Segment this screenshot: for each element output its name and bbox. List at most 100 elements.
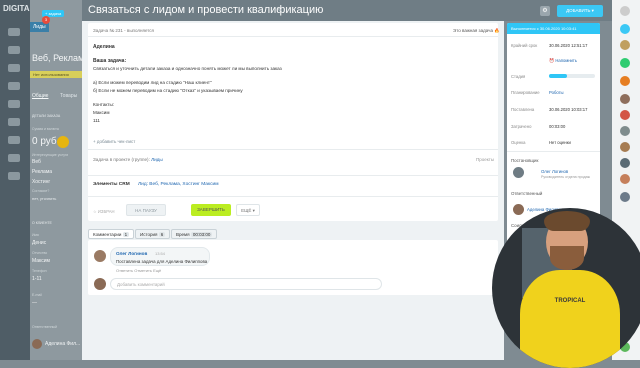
spent-label: Затрачено [511, 124, 532, 129]
avatar [94, 278, 106, 290]
deadline-value[interactable]: 30.06.2020 12:51:17 [549, 43, 587, 48]
set-value: 30.06.2020 10:03:17 [549, 107, 588, 112]
tab-history[interactable]: История 6 [135, 229, 171, 239]
tab-leads-label: Лиды [33, 24, 46, 30]
stage-progress[interactable] [549, 74, 595, 78]
consent-label: Согласие? [32, 189, 50, 193]
divider [507, 151, 600, 152]
nav-icon[interactable] [8, 64, 20, 72]
service-item: Веб [32, 159, 41, 165]
avatar[interactable] [620, 174, 630, 184]
tab-comments[interactable]: Комментарии 1 [88, 229, 135, 239]
task-text-line: б) Если не можем переводим на стадию "От… [93, 88, 243, 93]
avatar[interactable] [620, 40, 630, 50]
avatar [513, 204, 524, 215]
name-value: Денис [32, 240, 47, 246]
bell-icon: ⏰ [549, 58, 555, 63]
search-icon[interactable] [620, 24, 630, 34]
avatar[interactable] [620, 126, 630, 136]
left-navigation: DIGITA [0, 0, 30, 360]
nav-icon[interactable] [8, 154, 20, 162]
comment-input[interactable]: Добавить комментарий [110, 278, 382, 290]
amount-label: Сумма и валюта [32, 127, 59, 131]
important-flag[interactable]: Это важная задача 🔥 [453, 28, 500, 34]
phone-label: Телефон [32, 269, 47, 273]
cursor-highlight [57, 136, 69, 148]
divider [88, 36, 498, 37]
email-value: — [32, 300, 37, 306]
status-bar: Выполняется с 30.06.2020 10:03:41 [507, 23, 600, 34]
comment-author[interactable]: Олег Логинов [116, 251, 147, 256]
tab-comments-label: Комментарии [93, 232, 122, 237]
add-button-label: ДОБАВИТЬ [566, 8, 591, 13]
project-label: Задача в проекте (группе): Лиды [93, 157, 163, 162]
services-label: Интересующие услуги [32, 153, 69, 157]
avatar[interactable] [620, 76, 630, 86]
tab-history-count: 6 [158, 232, 166, 237]
crm-label: Элементы CRM [93, 182, 130, 187]
avatar[interactable] [620, 110, 630, 120]
add-checklist-link[interactable]: + добавить чек-лист [93, 139, 135, 144]
nav-icon[interactable] [8, 136, 20, 144]
brand-logo: DIGITA [3, 4, 30, 13]
tab-comments-count: 1 [122, 232, 130, 237]
task-text-line: а) Если можем переводим лид на стадию "Н… [93, 80, 212, 85]
tab-goods[interactable]: Товары [60, 93, 77, 99]
deadline-label: Крайний срок [511, 43, 538, 48]
task-title: Связаться с лидом и провести квалификаци… [88, 4, 324, 16]
task-card: Задача № 231 - выполняется Это важная за… [88, 23, 500, 221]
remind-label: Напомнить [555, 58, 577, 63]
nav-icon[interactable] [8, 28, 20, 36]
presenter-webcam: TROPICAL [492, 208, 640, 368]
nav-icon[interactable] [8, 46, 20, 54]
avatar[interactable] [620, 192, 630, 202]
presenter-shirt [520, 270, 620, 368]
tab-history-label: История [140, 232, 158, 237]
project-link[interactable]: Лиды [151, 157, 163, 162]
remind-link[interactable]: ⏰ Напомнить [549, 58, 577, 64]
gear-icon[interactable]: ⚙ [540, 6, 550, 16]
amount-value: 0 руб [32, 136, 57, 147]
set-label: Поставлена [511, 107, 535, 112]
nav-icon[interactable] [8, 100, 20, 108]
avatar[interactable] [620, 142, 630, 152]
contacts-label: Контакты: [93, 102, 115, 107]
projects-link[interactable]: Проекты [476, 157, 494, 162]
avatar [94, 250, 106, 262]
lead-title: Веб, Реклама,... [32, 53, 82, 63]
stage-bar[interactable]: Нет использования [30, 71, 82, 78]
finish-button[interactable]: ЗАВЕРШИТЬ [191, 204, 231, 216]
avatar[interactable] [620, 94, 630, 104]
comment-time: 13:54 [155, 251, 166, 256]
crm-link[interactable]: Лид: Веб, Реклама, Хостинг Максим [138, 182, 219, 187]
more-button[interactable]: ЕЩЁ ▾ [236, 204, 260, 216]
stage-label: Стадия [511, 74, 526, 79]
middle-name-label: Отчество [32, 251, 48, 255]
mark-value[interactable]: Нет оценки [549, 140, 571, 145]
stage-progress-fill [549, 74, 568, 78]
add-button[interactable]: ДОБАВИТЬ ▾ [557, 5, 603, 17]
tab-time[interactable]: Время 00:03:00 [171, 229, 218, 239]
nav-icon[interactable] [8, 118, 20, 126]
pencil-icon[interactable]: ✎ [277, 7, 282, 14]
tab-common[interactable]: Общие [32, 93, 48, 99]
comment-actions[interactable]: Ответить Отметить Ещё [116, 268, 161, 273]
avatar[interactable] [620, 158, 630, 168]
lead-page-background: + задача Лиды 3 Веб, Реклама,... Нет исп… [30, 0, 82, 360]
creator-name[interactable]: Олег Логинов [541, 169, 568, 174]
service-item: Реклама [32, 169, 53, 175]
nav-icon[interactable] [8, 82, 20, 90]
phone-icon[interactable] [620, 58, 630, 68]
close-icon[interactable] [620, 6, 630, 16]
task-subtitle: Ваша задача: [93, 58, 127, 64]
responsible-value: Аделина Фил... [45, 341, 81, 347]
pause-button[interactable]: НА ПАУЗУ [126, 204, 166, 216]
nav-icon[interactable] [8, 172, 20, 180]
name-label: Имя [32, 233, 39, 237]
contact-phone: 111 [93, 118, 100, 123]
avatar [513, 167, 524, 178]
favorite-link[interactable]: ☆ ИЗБРАН [93, 209, 115, 214]
section-about-client: О КЛИЕНТЕ [32, 221, 52, 225]
comment-bubble: Олег Логинов 13:54 Поставлена задача для… [110, 247, 210, 266]
planning-value[interactable]: Роботы [549, 90, 564, 95]
